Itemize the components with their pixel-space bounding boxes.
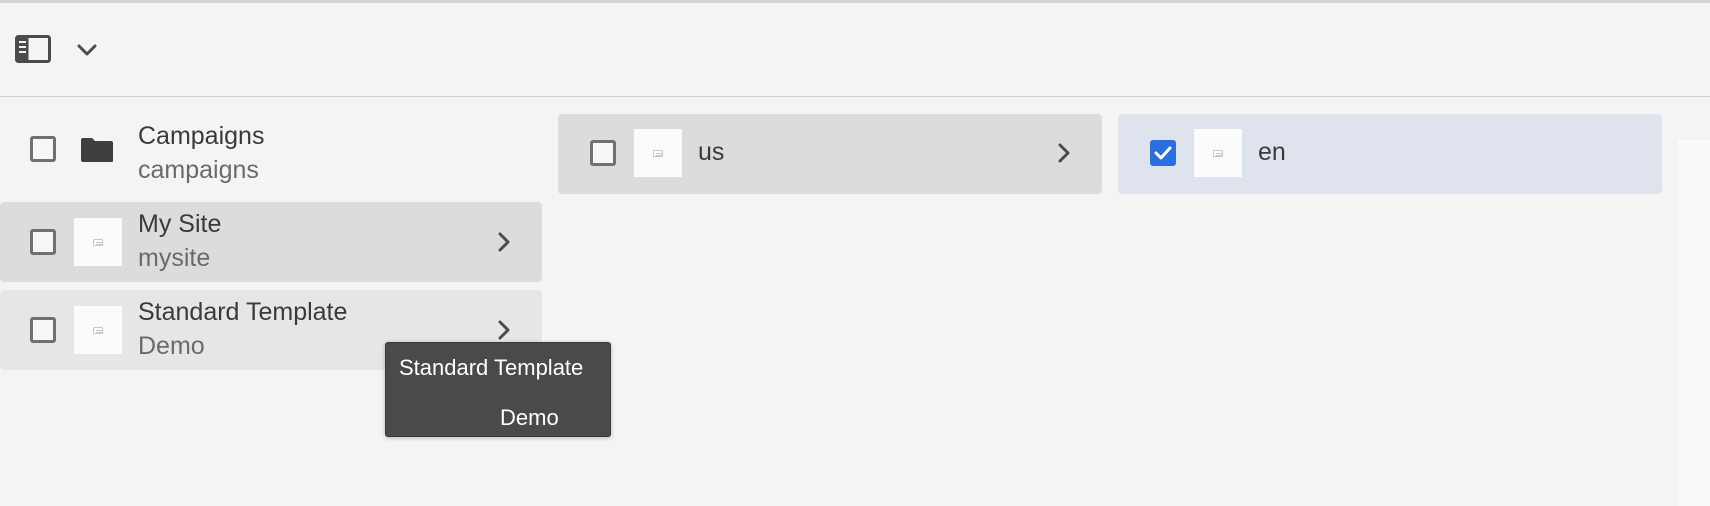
chevron-right-icon[interactable]: [493, 231, 515, 253]
item-title: Standard Template: [138, 298, 348, 326]
page-thumbnail: [634, 129, 682, 177]
page-thumbnail: [74, 218, 122, 266]
tooltip-subtitle: Demo: [500, 405, 559, 430]
list-item-us[interactable]: us: [558, 114, 1102, 194]
select-checkbox[interactable]: [590, 140, 616, 166]
chevron-down-icon[interactable]: [70, 33, 104, 67]
list-item-campaigns[interactable]: Campaigns campaigns: [0, 108, 542, 188]
list-item-my-site[interactable]: My Site mysite: [0, 202, 542, 282]
chevron-right-icon[interactable]: [493, 319, 515, 341]
item-title: us: [698, 138, 725, 166]
item-subtitle: Demo: [138, 332, 205, 360]
folder-icon: [80, 137, 114, 168]
item-title: en: [1258, 138, 1286, 166]
page-thumbnail: [1194, 129, 1242, 177]
item-title: My Site: [138, 210, 222, 238]
select-checkbox[interactable]: [30, 229, 56, 255]
toolbar: [0, 3, 1710, 97]
item-title: Campaigns: [138, 122, 265, 150]
list-item-en[interactable]: en: [1118, 114, 1662, 194]
tooltip-title: Standard Template: [399, 355, 584, 380]
select-checkbox-checked[interactable]: [1150, 140, 1176, 166]
item-subtitle: mysite: [138, 244, 211, 272]
page-thumbnail: [74, 306, 122, 354]
select-checkbox[interactable]: [30, 136, 56, 162]
item-subtitle: campaigns: [138, 156, 259, 184]
tooltip: Standard Template Demo: [385, 342, 611, 437]
side-panel-edge: [1678, 140, 1710, 506]
select-checkbox[interactable]: [30, 317, 56, 343]
rail-toggle-icon[interactable]: [10, 28, 56, 70]
chevron-right-icon[interactable]: [1053, 142, 1075, 164]
